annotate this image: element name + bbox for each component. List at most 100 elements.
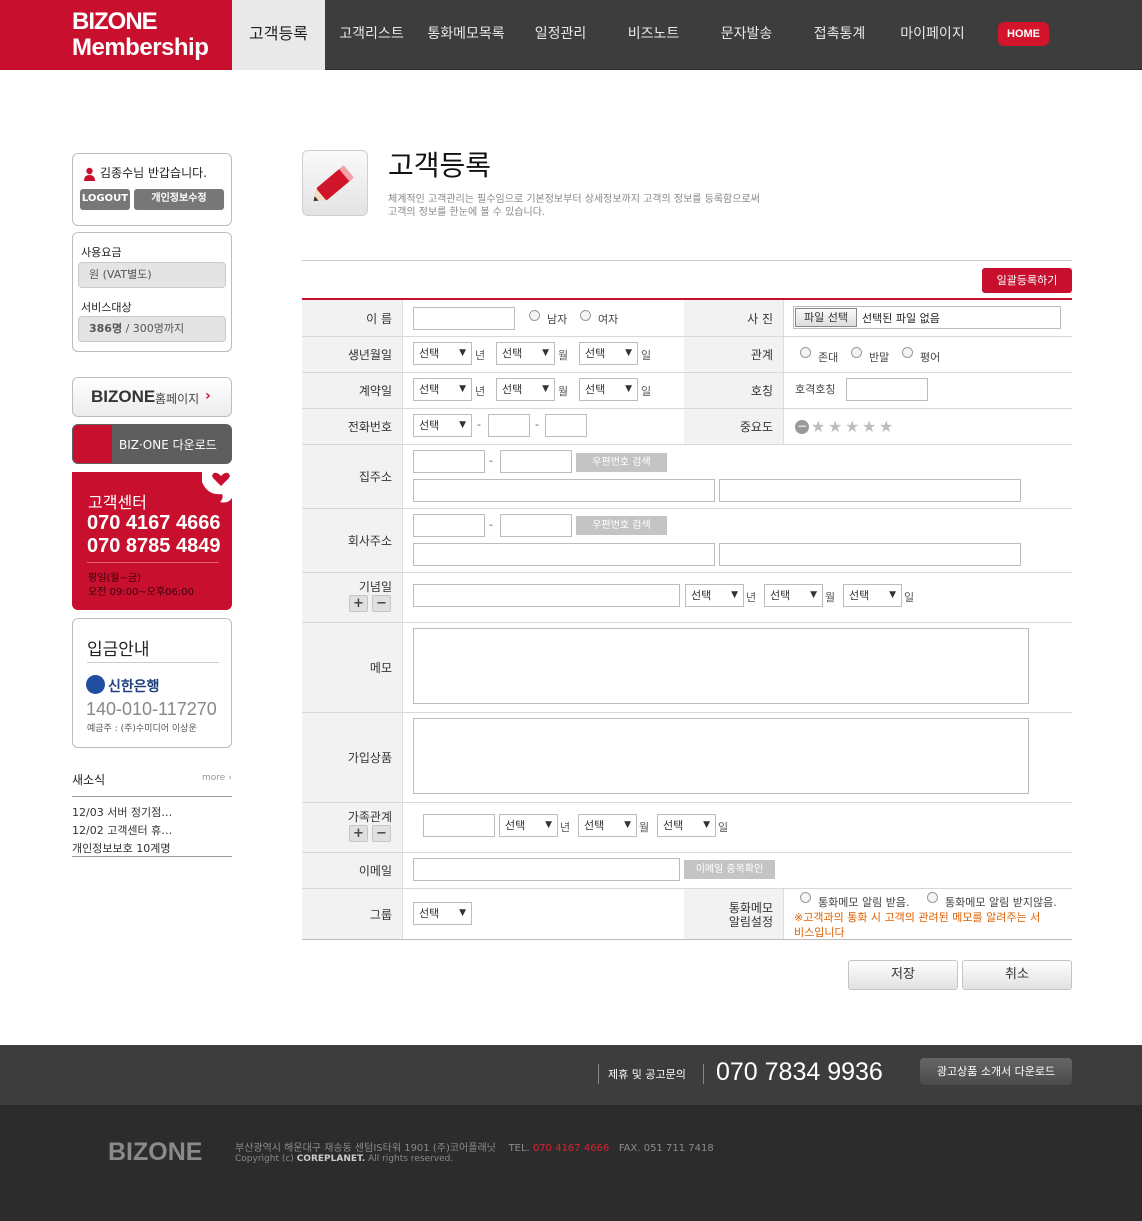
home-zip-search-button[interactable]: 우편번호 검색 [576, 453, 667, 472]
row-divider [302, 888, 1072, 889]
row-divider [302, 712, 1072, 713]
ad-download-button[interactable]: 광고상품 소개서 다운로드 [920, 1058, 1072, 1085]
nav-item-stats[interactable]: 접촉통계 [793, 0, 886, 70]
phone-prefix-select[interactable]: 선택 ▼ [413, 414, 472, 437]
contract-year-select[interactable]: 선택 ▼ [413, 378, 472, 401]
year-unit: 년 [560, 821, 571, 834]
edit-profile-button[interactable]: 개인정보수정 [134, 189, 224, 210]
anniversary-month-select[interactable]: 선택 ▼ [764, 584, 823, 607]
star-icon[interactable]: ★ [811, 419, 825, 435]
footer-address-line: 부산광역시 해운대구 재송동 센텀IS타워 1901 (주)코어플래닛 TEL.… [235, 1139, 714, 1154]
footer-divider [703, 1064, 704, 1084]
family-day-select[interactable]: 선택 ▼ [657, 814, 716, 837]
phone-middle-input[interactable] [488, 414, 530, 437]
news-more-link[interactable]: more › [202, 773, 232, 783]
relation-radio-1[interactable] [800, 347, 811, 358]
file-select-button[interactable]: 파일 선택 [795, 308, 857, 327]
news-item[interactable]: 12/02 고객센터 휴… [72, 822, 172, 838]
nav-item-customer-list[interactable]: 고객리스트 [325, 0, 418, 70]
birth-day-select[interactable]: 선택 ▼ [579, 342, 638, 365]
save-button[interactable]: 저장 [848, 960, 958, 990]
family-month-select[interactable]: 선택 ▼ [578, 814, 637, 837]
nav-item-biznote[interactable]: 비즈노트 [607, 0, 700, 70]
contract-month-select[interactable]: 선택 ▼ [496, 378, 555, 401]
anniversary-label: 기념일 [358, 580, 392, 594]
office-address-label: 회사주소 [347, 534, 392, 548]
homepage-label: 홈페이지 [155, 392, 200, 406]
nav-item-customer-register[interactable]: 고객등록 [232, 0, 325, 70]
select-text: 선택 [663, 819, 684, 832]
home-address-label: 집주소 [358, 470, 392, 484]
star-icon[interactable]: ★ [845, 419, 859, 435]
group-select[interactable]: 선택 ▼ [413, 902, 472, 925]
cancel-button[interactable]: 취소 [962, 960, 1072, 990]
nav-item-sms[interactable]: 문자발송 [700, 0, 793, 70]
nav-item-mypage[interactable]: 마이페이지 [886, 0, 979, 70]
anniversary-name-input[interactable] [413, 584, 680, 607]
products-label: 가입상품 [347, 751, 392, 765]
add-row-icon[interactable]: + [349, 595, 368, 612]
news-item[interactable]: 개인정보보호 10계명 [72, 840, 170, 856]
office-zip-search-button[interactable]: 우편번호 검색 [576, 516, 667, 535]
home-button[interactable]: HOME [998, 22, 1049, 46]
family-label: 가족관계 [347, 810, 392, 824]
call-memo-on-radio[interactable] [800, 892, 811, 903]
year-unit: 년 [475, 385, 486, 398]
office-zip-1[interactable] [413, 514, 485, 537]
products-textarea[interactable] [413, 718, 1029, 794]
dropdown-arrow-icon: ▼ [731, 590, 738, 600]
family-name-input[interactable] [423, 814, 495, 837]
remove-row-icon[interactable]: − [372, 595, 391, 612]
relation-radio-3[interactable] [902, 347, 913, 358]
office-zip-2[interactable] [500, 514, 572, 537]
nav-item-call-memo[interactable]: 통화메모목록 [418, 0, 514, 70]
dropdown-arrow-icon: ▼ [810, 590, 817, 600]
news-divider [72, 796, 232, 797]
birth-year-select[interactable]: 선택 ▼ [413, 342, 472, 365]
nav-item-schedule[interactable]: 일정관리 [514, 0, 607, 70]
relation-radio-2[interactable] [851, 347, 862, 358]
home-address-2[interactable] [719, 479, 1021, 502]
month-unit: 월 [558, 349, 569, 362]
dropdown-arrow-icon: ▼ [545, 820, 552, 830]
star-icon[interactable]: ★ [879, 419, 893, 435]
remove-row-icon[interactable]: − [372, 825, 391, 842]
male-radio[interactable] [529, 310, 540, 321]
contract-day-select[interactable]: 선택 ▼ [579, 378, 638, 401]
family-year-select[interactable]: 선택 ▼ [499, 814, 558, 837]
relation-option-1: 존대 [818, 351, 839, 364]
office-address-2[interactable] [719, 543, 1021, 566]
chevron-right-icon: › [205, 388, 211, 404]
email-input[interactable] [413, 858, 680, 881]
deposit-divider [87, 662, 219, 663]
star-icon[interactable]: ★ [862, 419, 876, 435]
news-item[interactable]: 12/03 서버 정기점… [72, 804, 172, 820]
email-label: 이메일 [358, 864, 392, 878]
cc-divider [87, 562, 219, 563]
office-address-1[interactable] [413, 543, 715, 566]
photo-label: 사 진 [747, 312, 773, 326]
phone-last-input[interactable] [545, 414, 587, 437]
select-text: 선택 [502, 347, 523, 360]
call-memo-off-radio[interactable] [927, 892, 938, 903]
select-text: 선택 [691, 589, 712, 602]
home-zip-1[interactable] [413, 450, 485, 473]
home-zip-2[interactable] [500, 450, 572, 473]
anniversary-year-select[interactable]: 선택 ▼ [685, 584, 744, 607]
name-input[interactable] [413, 307, 515, 330]
relation-label: 관계 [750, 348, 773, 362]
download-label: BIZ·ONE 다운로드 [119, 438, 217, 452]
birth-month-select[interactable]: 선택 ▼ [496, 342, 555, 365]
female-radio[interactable] [580, 310, 591, 321]
add-row-icon[interactable]: + [349, 825, 368, 842]
minus-circle-icon[interactable]: − [795, 420, 809, 434]
memo-textarea[interactable] [413, 628, 1029, 704]
email-check-button[interactable]: 이메일 중복확인 [684, 860, 775, 879]
title-input[interactable] [846, 378, 928, 401]
anniversary-day-select[interactable]: 선택 ▼ [843, 584, 902, 607]
star-icon[interactable]: ★ [828, 419, 842, 435]
logout-button[interactable]: LOGOUT [80, 189, 130, 210]
bulk-register-button[interactable]: 일괄등록하기 [982, 268, 1072, 293]
target-count: 386명 [89, 322, 123, 335]
home-address-1[interactable] [413, 479, 715, 502]
